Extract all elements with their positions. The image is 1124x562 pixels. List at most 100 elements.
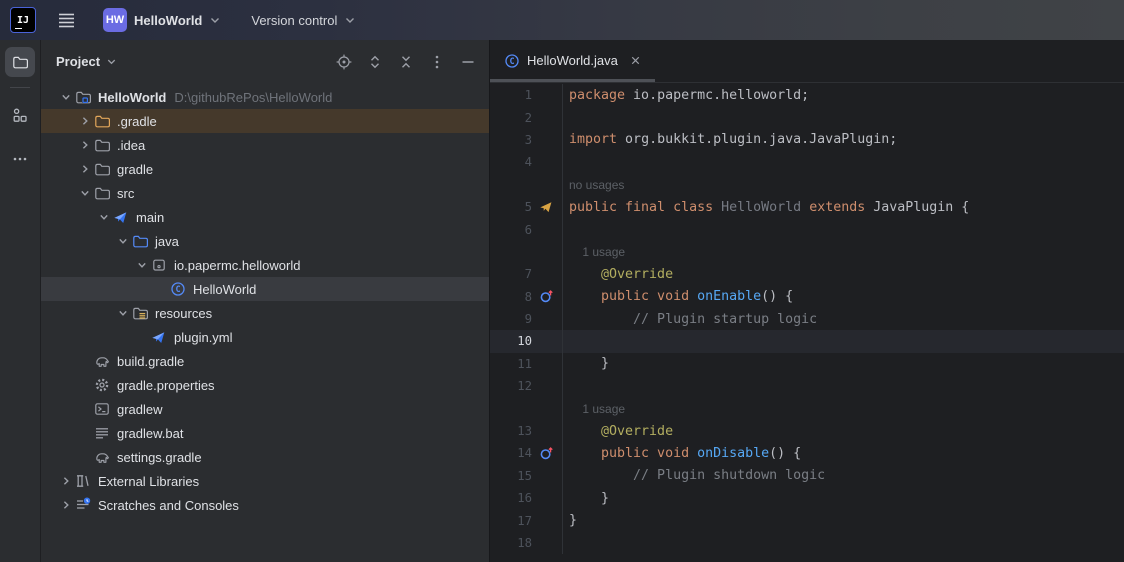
gold-plane-gutter-icon[interactable] [532, 196, 562, 218]
tree-item-gradle[interactable]: gradle [41, 157, 489, 181]
gutter-spacer [532, 174, 562, 196]
code-line-3: 3import org.bukkit.plugin.java.JavaPlugi… [490, 129, 1124, 151]
code-line-18: 18 [490, 532, 1124, 554]
tree-item-io-papermc-helloworld[interactable]: io.papermc.helloworld [41, 253, 489, 277]
project-tree: HelloWorldD:\githubRePos\HelloWorld .grad… [41, 83, 489, 562]
tree-chevron-icon[interactable] [76, 188, 94, 198]
tree-item-idea[interactable]: .idea [41, 133, 489, 157]
vcs-widget[interactable]: Version control [243, 5, 364, 35]
tree-item-gradle-properties[interactable]: gradle.properties [41, 373, 489, 397]
gear-icon [94, 377, 112, 393]
class-icon: C [504, 53, 520, 69]
tree-item-external-libraries[interactable]: External Libraries [41, 469, 489, 493]
tree-item-helloworld[interactable]: HelloWorldD:\githubRePos\HelloWorld [41, 85, 489, 109]
tree-chevron-icon[interactable] [76, 116, 94, 126]
select-opened-file-button[interactable] [333, 51, 355, 73]
scratches-icon [75, 497, 93, 513]
gradle-icon [94, 353, 112, 369]
code-line-12: 12 [490, 375, 1124, 397]
svg-text:C: C [175, 285, 180, 295]
tree-item-resources[interactable]: resources [41, 301, 489, 325]
tree-item-label: .gradle [117, 114, 157, 129]
vcs-widget-label: Version control [251, 13, 337, 28]
tree-chevron-icon[interactable] [114, 308, 132, 318]
expand-all-icon [367, 54, 383, 70]
locate-icon [336, 54, 352, 70]
project-folder-icon [75, 89, 93, 105]
gutter-spacer [532, 532, 562, 554]
gutter-spacer [532, 465, 562, 487]
tree-item-settings-gradle[interactable]: settings.gradle [41, 445, 489, 469]
tree-item-java[interactable]: java [41, 229, 489, 253]
code-text: // Plugin shutdown logic [562, 465, 1124, 487]
code-editor[interactable]: 1package io.papermc.helloworld;23import … [490, 83, 1124, 562]
code-line-5: 5public final class HelloWorld extends J… [490, 196, 1124, 218]
gutter-spacer [532, 375, 562, 397]
gutter-spacer [532, 218, 562, 240]
gutter-spacer [532, 330, 562, 352]
stripe-divider [10, 87, 30, 88]
tree-item-build-gradle[interactable]: build.gradle [41, 349, 489, 373]
inlay-hint-row: no usages [490, 174, 1124, 196]
editor-area: C HelloWorld.java 1package io.papermc.he… [490, 40, 1124, 562]
line-number: 8 [490, 286, 532, 308]
tree-item-src[interactable]: src [41, 181, 489, 205]
libraries-icon [75, 473, 93, 489]
panel-options-button[interactable] [426, 51, 448, 73]
tree-chevron-icon[interactable] [133, 260, 151, 270]
tree-chevron-icon[interactable] [114, 236, 132, 246]
line-number [490, 241, 532, 263]
project-tool-button[interactable] [5, 47, 35, 77]
tree-chevron-icon[interactable] [76, 140, 94, 150]
tree-item-label: HelloWorld [98, 90, 166, 105]
tab-close-icon[interactable] [627, 52, 645, 70]
tree-item-plugin-yml[interactable]: plugin.yml [41, 325, 489, 349]
project-widget[interactable]: HW HelloWorld [95, 5, 229, 35]
override-gutter-icon[interactable] [532, 286, 562, 308]
code-line-1: 1package io.papermc.helloworld; [490, 84, 1124, 106]
folder-excluded-icon [94, 113, 112, 129]
gutter-spacer [532, 84, 562, 106]
tree-chevron-icon[interactable] [57, 92, 75, 102]
code-line-15: 15 // Plugin shutdown logic [490, 465, 1124, 487]
code-text: } [562, 509, 1124, 531]
tree-chevron-icon[interactable] [76, 164, 94, 174]
tree-item-label: HelloWorld [193, 282, 256, 297]
inlay-hint-text: 1 usage [562, 397, 1124, 419]
tree-chevron-icon[interactable] [57, 500, 75, 510]
gutter-spacer [532, 106, 562, 128]
line-number: 6 [490, 218, 532, 240]
main-menu-button[interactable] [48, 5, 85, 35]
more-tool-windows-button[interactable] [5, 144, 35, 174]
tree-item-label: Scratches and Consoles [98, 498, 239, 513]
tree-chevron-icon[interactable] [57, 476, 75, 486]
structure-tool-button[interactable] [5, 100, 35, 130]
project-panel-header: Project [41, 40, 489, 83]
tree-item-label: build.gradle [117, 354, 184, 369]
tree-item-gradlew-bat[interactable]: gradlew.bat [41, 421, 489, 445]
tree-item-gradlew[interactable]: gradlew [41, 397, 489, 421]
line-number: 7 [490, 263, 532, 285]
tree-item-gradle[interactable]: .gradle [41, 109, 489, 133]
override-gutter-icon[interactable] [532, 442, 562, 464]
chevron-down-icon [344, 14, 356, 26]
expand-all-button[interactable] [364, 51, 386, 73]
gutter-spacer [532, 129, 562, 151]
tab-label: HelloWorld.java [527, 53, 618, 68]
tree-item-label: gradle.properties [117, 378, 215, 393]
gutter-spacer [532, 151, 562, 173]
tree-item-helloworld[interactable]: C HelloWorld [41, 277, 489, 301]
code-text: @Override [562, 420, 1124, 442]
tree-chevron-icon[interactable] [95, 212, 113, 222]
tab-helloworld-java[interactable]: C HelloWorld.java [490, 39, 655, 82]
editor-tab-bar: C HelloWorld.java [490, 40, 1124, 83]
tree-item-scratches-and-consoles[interactable]: Scratches and Consoles [41, 493, 489, 517]
project-view-selector[interactable]: Project [56, 54, 117, 69]
code-line-14: 14 public void onDisable() { [490, 442, 1124, 464]
collapse-all-button[interactable] [395, 51, 417, 73]
hide-panel-button[interactable] [457, 51, 479, 73]
code-text: public final class HelloWorld extends Ja… [562, 196, 1124, 218]
tree-item-main[interactable]: main [41, 205, 489, 229]
inlay-hint-text: no usages [562, 174, 1124, 196]
tree-item-label: main [136, 210, 164, 225]
